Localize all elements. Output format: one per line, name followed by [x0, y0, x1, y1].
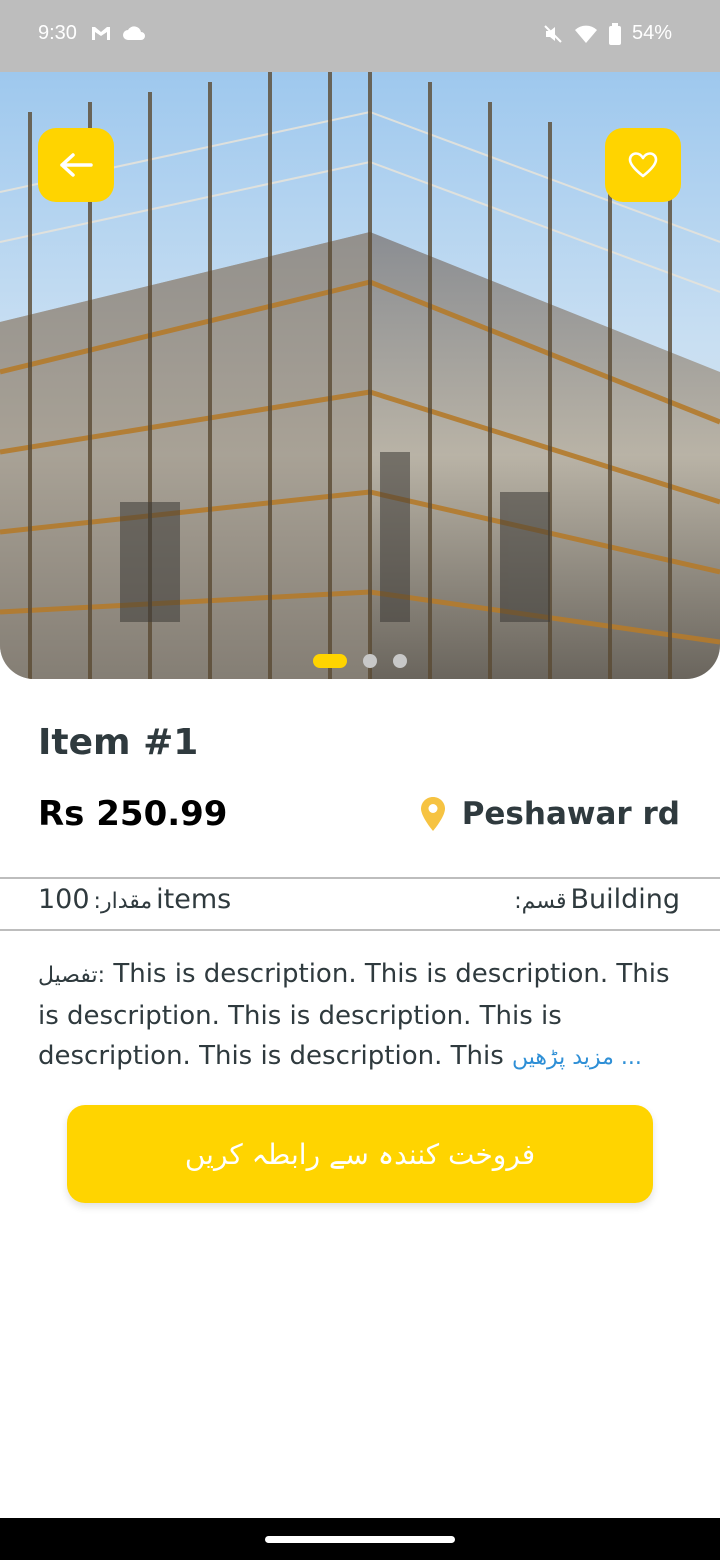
- favorite-button[interactable]: [605, 128, 681, 202]
- carousel-indicator: [0, 654, 720, 668]
- quantity-info: 100 مقدار: items: [38, 884, 231, 915]
- item-title: Item #1: [38, 722, 199, 763]
- category-info: قسم: Building: [514, 884, 680, 915]
- quantity-value: 100: [38, 884, 90, 915]
- carousel-dot-active[interactable]: [313, 654, 347, 668]
- heart-outline-icon: [628, 152, 658, 178]
- divider: [0, 929, 720, 931]
- description-label: تفصيل:: [38, 963, 106, 988]
- battery-percent: 54%: [631, 22, 672, 44]
- divider: [0, 877, 720, 879]
- status-time: 9:30: [38, 22, 77, 44]
- item-location: Peshawar rd: [420, 796, 680, 832]
- category-value: Building: [570, 884, 680, 915]
- product-image-carousel[interactable]: [0, 72, 720, 679]
- item-price: Rs 250.99: [38, 794, 228, 834]
- category-label: قسم:: [514, 889, 567, 914]
- system-navigation-bar: [0, 1518, 720, 1560]
- home-indicator[interactable]: [265, 1536, 455, 1543]
- quantity-unit: items: [156, 884, 232, 915]
- map-pin-icon: [420, 797, 445, 831]
- status-notification-icons: [90, 24, 146, 42]
- status-bar: 9:30 54%: [0, 0, 720, 72]
- read-more-link[interactable]: ... مزید پڑھیں: [512, 1045, 642, 1070]
- mute-icon: [544, 24, 562, 43]
- item-description: تفصيل: This is description. This is desc…: [38, 954, 683, 1078]
- item-meta-row: 100 مقدار: items قسم: Building: [38, 884, 680, 915]
- cloud-icon: [123, 26, 145, 40]
- battery-icon: [608, 22, 621, 45]
- location-text: Peshawar rd: [461, 796, 680, 832]
- carousel-dot[interactable]: [393, 654, 407, 668]
- arrow-left-icon: [60, 153, 93, 177]
- gmail-icon: [92, 27, 110, 40]
- carousel-dot[interactable]: [363, 654, 377, 668]
- wifi-icon: [574, 25, 597, 43]
- quantity-label: مقدار:: [93, 889, 153, 914]
- product-detail-screen: 9:30 54% Item #1 Rs 250.99 Peshawar rd 1…: [0, 0, 720, 1560]
- status-system-icons: 54%: [542, 22, 672, 45]
- contact-seller-button[interactable]: فروخت کنندہ سے رابطہ کریں: [67, 1105, 653, 1203]
- back-button[interactable]: [38, 128, 114, 202]
